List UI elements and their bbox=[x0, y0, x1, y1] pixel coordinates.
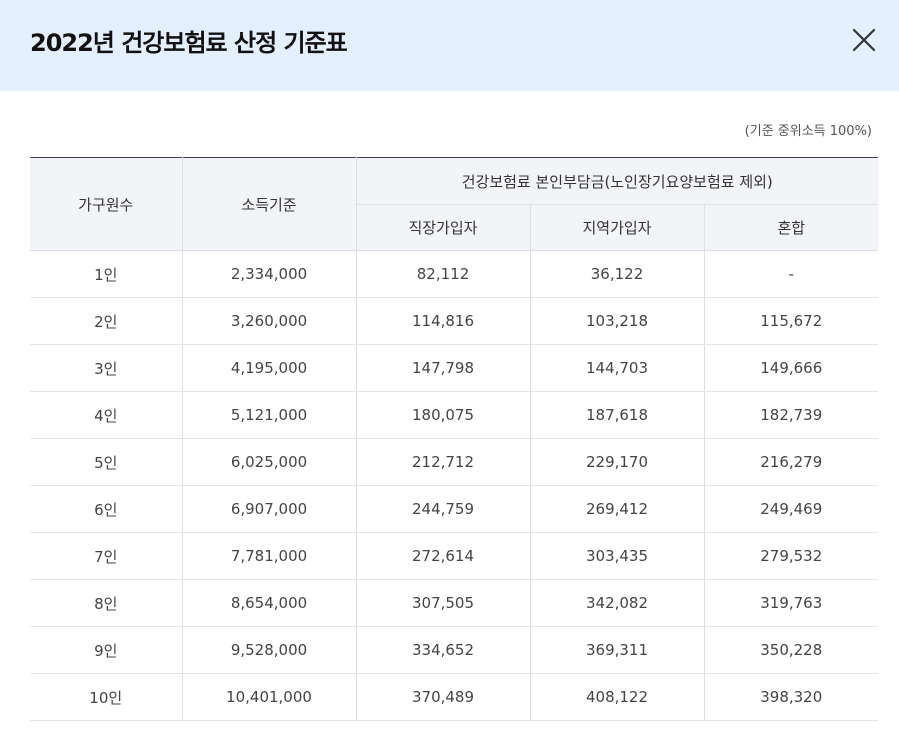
header-household: 가구원수 bbox=[30, 157, 183, 251]
cell-income: 6,907,000 bbox=[182, 485, 357, 533]
table-row: 10인 10,401,000 370,489 408,122 398,320 bbox=[30, 673, 879, 721]
table-row: 8인 8,654,000 307,505 342,082 319,763 bbox=[30, 579, 879, 627]
cell-household: 4인 bbox=[30, 391, 183, 439]
cell-household: 8인 bbox=[30, 579, 183, 627]
close-icon bbox=[852, 28, 876, 52]
modal-title: 2022년 건강보험료 산정 기준표 bbox=[30, 29, 348, 57]
cell-employee: 180,075 bbox=[356, 391, 531, 439]
cell-mixed: 279,532 bbox=[704, 532, 879, 580]
cell-employee: 244,759 bbox=[356, 485, 531, 533]
table-row: 1인 2,334,000 82,112 36,122- bbox=[30, 250, 879, 298]
cell-income: 10,401,000 bbox=[182, 673, 357, 721]
cell-mixed: 398,320 bbox=[704, 673, 879, 721]
cell-regional: 144,703 bbox=[530, 344, 705, 392]
table-body: 1인 2,334,000 82,112 36,122-2인 3,260,000 114,8… bbox=[30, 250, 879, 721]
premium-table: 가구원수 소득기준 건강보험료 본인부담금(노인장기요양보험료 제외) 직장가입… bbox=[30, 157, 879, 721]
cell-household: 10인 bbox=[30, 673, 183, 721]
cell-regional: 303,435 bbox=[530, 532, 705, 580]
cell-household: 2인 bbox=[30, 297, 183, 345]
cell-income: 6,025,000 bbox=[182, 438, 357, 486]
cell-regional: 269,412 bbox=[530, 485, 705, 533]
cell-mixed: 115,672 bbox=[704, 297, 879, 345]
cell-mixed: 149,666 bbox=[704, 344, 879, 392]
cell-household: 7인 bbox=[30, 532, 183, 580]
cell-employee: 147,798 bbox=[356, 344, 531, 392]
basis-note: (기준 중위소득 100%) bbox=[744, 124, 872, 139]
cell-employee: 272,614 bbox=[356, 532, 531, 580]
cell-income: 3,260,000 bbox=[182, 297, 357, 345]
cell-income: 8,654,000 bbox=[182, 579, 357, 627]
cell-household: 5인 bbox=[30, 438, 183, 486]
header-employee: 직장가입자 bbox=[356, 204, 531, 251]
cell-employee: 334,652 bbox=[356, 626, 531, 674]
table-row: 3인 4,195,000 147,798 144,703 149,666 bbox=[30, 344, 879, 392]
cell-mixed: 216,279 bbox=[704, 438, 879, 486]
modal-header: 2022년 건강보험료 산정 기준표 bbox=[0, 0, 899, 91]
cell-income: 4,195,000 bbox=[182, 344, 357, 392]
cell-mixed: 350,228 bbox=[704, 626, 879, 674]
header-income: 소득기준 bbox=[182, 157, 357, 251]
header-regional: 지역가입자 bbox=[530, 204, 705, 251]
table-row: 4인 5,121,000 180,075 187,618 182,739 bbox=[30, 391, 879, 439]
cell-employee: 212,712 bbox=[356, 438, 531, 486]
cell-employee: 82,112 bbox=[356, 250, 531, 298]
table-row: 2인 3,260,000 114,816 103,218 115,672 bbox=[30, 297, 879, 345]
header-mixed: 혼합 bbox=[704, 204, 879, 251]
cell-regional: 408,122 bbox=[530, 673, 705, 721]
cell-income: 9,528,000 bbox=[182, 626, 357, 674]
cell-regional: 342,082 bbox=[530, 579, 705, 627]
cell-employee: 370,489 bbox=[356, 673, 531, 721]
cell-household: 9인 bbox=[30, 626, 183, 674]
close-button[interactable] bbox=[851, 27, 877, 53]
cell-employee: 114,816 bbox=[356, 297, 531, 345]
table-row: 7인 7,781,000 272,614 303,435 279,532 bbox=[30, 532, 879, 580]
cell-mixed: 249,469 bbox=[704, 485, 879, 533]
insurance-rate-modal: 2022년 건강보험료 산정 기준표 (기준 중위소득 100%) 가구원수 소… bbox=[0, 0, 899, 732]
cell-income: 7,781,000 bbox=[182, 532, 357, 580]
cell-income: 2,334,000 bbox=[182, 250, 357, 298]
cell-regional: 369,311 bbox=[530, 626, 705, 674]
cell-household: 1인 bbox=[30, 250, 183, 298]
cell-employee: 307,505 bbox=[356, 579, 531, 627]
cell-regional: 187,618 bbox=[530, 391, 705, 439]
table-row: 5인 6,025,000 212,712 229,170 216,279 bbox=[30, 438, 879, 486]
cell-regional: 36,122 bbox=[530, 250, 705, 298]
table-row: 9인 9,528,000 334,652 369,311 350,228 bbox=[30, 626, 879, 674]
cell-household: 3인 bbox=[30, 344, 183, 392]
cell-mixed: 319,763 bbox=[704, 579, 879, 627]
cell-income: 5,121,000 bbox=[182, 391, 357, 439]
header-premium-group: 건강보험료 본인부담금(노인장기요양보험료 제외) bbox=[356, 157, 879, 205]
cell-mixed: - bbox=[704, 250, 879, 298]
cell-regional: 229,170 bbox=[530, 438, 705, 486]
cell-household: 6인 bbox=[30, 485, 183, 533]
cell-mixed: 182,739 bbox=[704, 391, 879, 439]
cell-regional: 103,218 bbox=[530, 297, 705, 345]
table-row: 6인 6,907,000 244,759 269,412 249,469 bbox=[30, 485, 879, 533]
